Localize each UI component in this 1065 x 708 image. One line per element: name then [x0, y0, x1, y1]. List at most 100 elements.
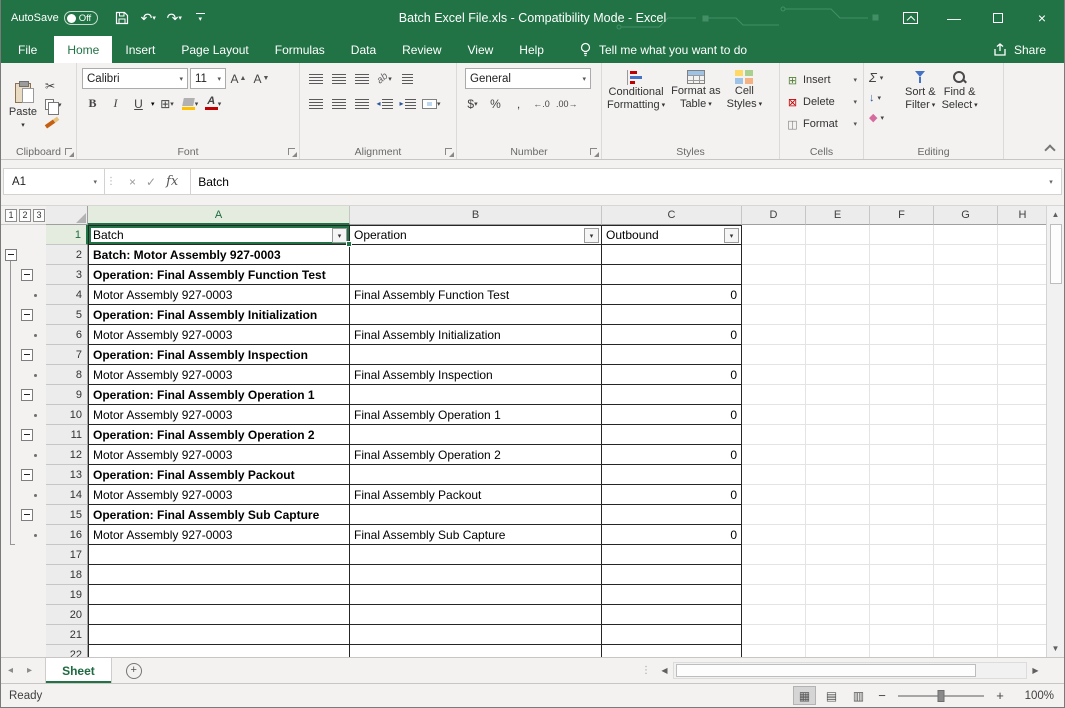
cell-D8[interactable]	[742, 365, 806, 385]
cell-C10[interactable]: 0	[602, 405, 742, 425]
accounting-format-button[interactable]: $▾	[462, 93, 483, 114]
cell-G1[interactable]	[934, 225, 998, 245]
cell-F12[interactable]	[870, 445, 934, 465]
cell-F9[interactable]	[870, 385, 934, 405]
cell-H18[interactable]	[998, 565, 1046, 585]
cell-A16[interactable]: Motor Assembly 927-0003	[88, 525, 350, 545]
collapse-ribbon-button[interactable]	[1044, 143, 1054, 153]
horizontal-scroll-thumb[interactable]	[676, 664, 976, 677]
cell-G13[interactable]	[934, 465, 998, 485]
italic-button[interactable]: I	[105, 93, 126, 114]
cell-C8[interactable]: 0	[602, 365, 742, 385]
cell-C16[interactable]: 0	[602, 525, 742, 545]
cell-C21[interactable]	[602, 625, 742, 645]
cell-F14[interactable]	[870, 485, 934, 505]
cell-E9[interactable]	[806, 385, 870, 405]
cell-E20[interactable]	[806, 605, 870, 625]
cell-D12[interactable]	[742, 445, 806, 465]
zoom-slider-thumb[interactable]	[938, 690, 945, 702]
cell-F4[interactable]	[870, 285, 934, 305]
cell-A9[interactable]: Operation: Final Assembly Operation 1	[88, 385, 350, 405]
sort-filter-button[interactable]: Sort & Filter▾	[902, 68, 939, 143]
cell-A6[interactable]: Motor Assembly 927-0003	[88, 325, 350, 345]
zoom-out-button[interactable]: −	[874, 688, 890, 703]
cell-E10[interactable]	[806, 405, 870, 425]
cell-F16[interactable]	[870, 525, 934, 545]
insert-function-button[interactable]: fx	[166, 174, 178, 189]
cell-A1[interactable]: Batch▾	[88, 225, 350, 245]
cell-D4[interactable]	[742, 285, 806, 305]
row-header-12[interactable]: 12	[46, 445, 88, 465]
cell-D11[interactable]	[742, 425, 806, 445]
cell-E7[interactable]	[806, 345, 870, 365]
column-header-B[interactable]: B	[350, 206, 602, 225]
bold-button[interactable]: B	[82, 93, 103, 114]
conditional-formatting-button[interactable]: Conditional Formatting▾	[604, 68, 668, 113]
cell-H7[interactable]	[998, 345, 1046, 365]
cell-A5[interactable]: Operation: Final Assembly Initialization	[88, 305, 350, 325]
row-header-21[interactable]: 21	[46, 625, 88, 645]
cell-A13[interactable]: Operation: Final Assembly Packout	[88, 465, 350, 485]
scroll-down-arrow[interactable]: ▼	[1047, 640, 1064, 657]
cell-F7[interactable]	[870, 345, 934, 365]
cell-G5[interactable]	[934, 305, 998, 325]
cell-A22[interactable]	[88, 645, 350, 657]
row-header-10[interactable]: 10	[46, 405, 88, 425]
cell-C2[interactable]	[602, 245, 742, 265]
cell-G14[interactable]	[934, 485, 998, 505]
redo-button[interactable]: ↷▾	[162, 0, 186, 36]
cell-F11[interactable]	[870, 425, 934, 445]
row-header-14[interactable]: 14	[46, 485, 88, 505]
cell-F13[interactable]	[870, 465, 934, 485]
cell-D1[interactable]	[742, 225, 806, 245]
cell-C7[interactable]	[602, 345, 742, 365]
cell-A17[interactable]	[88, 545, 350, 565]
maximize-button[interactable]	[976, 0, 1020, 36]
cell-F6[interactable]	[870, 325, 934, 345]
cell-A11[interactable]: Operation: Final Assembly Operation 2	[88, 425, 350, 445]
cell-B12[interactable]: Final Assembly Operation 2	[350, 445, 602, 465]
cell-F20[interactable]	[870, 605, 934, 625]
cell-H16[interactable]	[998, 525, 1046, 545]
outline-level-button-3[interactable]: 3	[33, 209, 45, 222]
cell-E12[interactable]	[806, 445, 870, 465]
close-button[interactable]: ×	[1020, 0, 1064, 36]
cell-F21[interactable]	[870, 625, 934, 645]
row-header-22[interactable]: 22	[46, 645, 88, 657]
cell-C20[interactable]	[602, 605, 742, 625]
cell-B1[interactable]: Operation▾	[350, 225, 602, 245]
cell-H8[interactable]	[998, 365, 1046, 385]
cell-G12[interactable]	[934, 445, 998, 465]
cell-B11[interactable]	[350, 425, 602, 445]
delete-cells-button[interactable]: ⊠Delete▾	[782, 92, 861, 112]
tab-formulas[interactable]: Formulas	[262, 36, 338, 63]
cell-F17[interactable]	[870, 545, 934, 565]
merge-center-button[interactable]: ▾	[420, 93, 443, 114]
cell-styles-button[interactable]: Cell Styles▾	[724, 68, 765, 112]
ribbon-display-options-button[interactable]	[888, 0, 932, 36]
cancel-button[interactable]: ×	[129, 175, 136, 189]
page-layout-view-button[interactable]: ▤	[820, 686, 843, 705]
middle-align-button[interactable]	[328, 68, 349, 89]
filter-dropdown-button-B1[interactable]: ▾	[584, 228, 599, 243]
cell-F5[interactable]	[870, 305, 934, 325]
cell-C1[interactable]: Outbound▾	[602, 225, 742, 245]
bottom-align-button[interactable]	[351, 68, 372, 89]
cell-H5[interactable]	[998, 305, 1046, 325]
horizontal-scrollbar[interactable]: ◀ ▶	[656, 658, 1044, 683]
cell-G10[interactable]	[934, 405, 998, 425]
cell-D2[interactable]	[742, 245, 806, 265]
cell-H19[interactable]	[998, 585, 1046, 605]
cell-F15[interactable]	[870, 505, 934, 525]
cell-G2[interactable]	[934, 245, 998, 265]
orientation-button[interactable]: ab▾	[374, 68, 395, 89]
tab-help[interactable]: Help	[506, 36, 557, 63]
outline-collapse-button[interactable]	[21, 469, 33, 481]
column-header-C[interactable]: C	[602, 206, 742, 225]
cell-B6[interactable]: Final Assembly Initialization	[350, 325, 602, 345]
cell-G19[interactable]	[934, 585, 998, 605]
row-header-6[interactable]: 6	[46, 325, 88, 345]
cell-H21[interactable]	[998, 625, 1046, 645]
increase-indent-button[interactable]: ▸	[397, 93, 418, 114]
cell-H9[interactable]	[998, 385, 1046, 405]
